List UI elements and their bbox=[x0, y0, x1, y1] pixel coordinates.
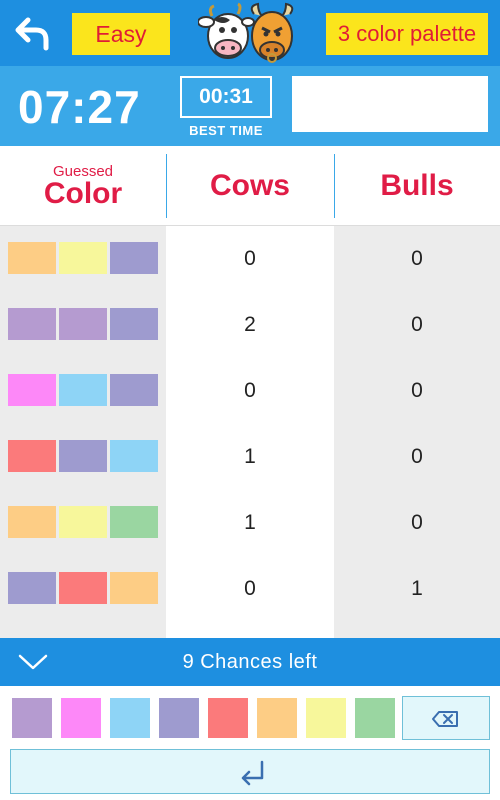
guessed-color-header: Guessed Color bbox=[0, 146, 166, 226]
backspace-icon bbox=[432, 711, 458, 727]
guess-row: 0 0 bbox=[0, 226, 500, 292]
cows-count: 0 bbox=[166, 226, 334, 292]
guess-row: 1 0 bbox=[0, 490, 500, 556]
guess-peg bbox=[110, 308, 158, 340]
timer-bar: 07:27 00:31 BEST TIME bbox=[0, 66, 500, 146]
color-label: Color bbox=[43, 176, 123, 210]
palette-swatch[interactable] bbox=[12, 698, 52, 738]
guess-peg bbox=[110, 374, 158, 406]
difficulty-button[interactable]: Easy bbox=[72, 13, 170, 55]
empty-guess-colors bbox=[0, 622, 166, 638]
cow-and-bull-logo bbox=[197, 2, 302, 66]
back-arrow-icon bbox=[15, 17, 49, 51]
guess-colors bbox=[0, 490, 166, 556]
back-button[interactable] bbox=[12, 14, 52, 52]
guess-peg bbox=[8, 572, 56, 604]
cows-header: Cows bbox=[209, 169, 290, 202]
cows-count: 1 bbox=[166, 424, 334, 490]
bulls-header: Bulls bbox=[380, 169, 454, 202]
top-bar: Easy 3 color palette bbox=[0, 0, 500, 66]
elapsed-timer: 07:27 bbox=[18, 81, 141, 133]
guess-peg bbox=[59, 242, 107, 274]
collapse-button[interactable] bbox=[18, 652, 48, 672]
cows-count: 1 bbox=[166, 490, 334, 556]
palette-swatch[interactable] bbox=[355, 698, 395, 738]
guess-peg bbox=[59, 374, 107, 406]
bulls-count: 0 bbox=[334, 292, 500, 358]
guess-peg bbox=[8, 440, 56, 472]
guess-peg bbox=[59, 308, 107, 340]
guess-row: 0 1 bbox=[0, 556, 500, 622]
best-time-value: 00:31 bbox=[180, 76, 272, 118]
palette-swatch[interactable] bbox=[110, 698, 150, 738]
palette-size-button[interactable]: 3 color palette bbox=[326, 13, 488, 55]
guess-colors bbox=[0, 292, 166, 358]
best-time-label: BEST TIME bbox=[189, 123, 263, 138]
guess-peg bbox=[59, 572, 107, 604]
palette-swatch[interactable] bbox=[208, 698, 248, 738]
guess-colors bbox=[0, 424, 166, 490]
bulls-count: 0 bbox=[334, 358, 500, 424]
palette-swatch[interactable] bbox=[61, 698, 101, 738]
delete-button[interactable] bbox=[402, 696, 490, 740]
guess-peg bbox=[110, 506, 158, 538]
empty-guess-row bbox=[0, 622, 500, 638]
palette-swatch[interactable] bbox=[159, 698, 199, 738]
bulls-count: 1 bbox=[334, 556, 500, 622]
status-box bbox=[292, 76, 488, 132]
guess-peg bbox=[8, 374, 56, 406]
chances-left-text: 9 Chances left bbox=[182, 650, 318, 673]
bulls-count: 0 bbox=[334, 226, 500, 292]
guess-colors bbox=[0, 358, 166, 424]
guess-row: 0 0 bbox=[0, 358, 500, 424]
guess-peg bbox=[8, 506, 56, 538]
guess-peg bbox=[110, 440, 158, 472]
guess-peg bbox=[110, 242, 158, 274]
guess-colors bbox=[0, 226, 166, 292]
cows-count: 0 bbox=[166, 358, 334, 424]
chances-bar: 9 Chances left bbox=[0, 638, 500, 686]
guess-row: 2 0 bbox=[0, 292, 500, 358]
cows-count: 2 bbox=[166, 292, 334, 358]
empty-bulls-cell bbox=[334, 622, 500, 638]
enter-icon bbox=[241, 760, 264, 786]
guess-row: 1 0 bbox=[0, 424, 500, 490]
cows-count: 0 bbox=[166, 556, 334, 622]
guess-peg bbox=[59, 506, 107, 538]
column-header: Guessed Color Cows Bulls bbox=[0, 146, 500, 226]
guess-peg bbox=[110, 572, 158, 604]
bulls-count: 0 bbox=[334, 490, 500, 556]
submit-guess-button[interactable] bbox=[10, 749, 490, 794]
guess-peg bbox=[59, 440, 107, 472]
guess-colors bbox=[0, 556, 166, 622]
guess-peg bbox=[8, 242, 56, 274]
guess-peg bbox=[8, 308, 56, 340]
palette-swatch[interactable] bbox=[306, 698, 346, 738]
palette-swatch[interactable] bbox=[257, 698, 297, 738]
bulls-count: 0 bbox=[334, 424, 500, 490]
chevron-down-icon bbox=[18, 654, 48, 670]
color-picker bbox=[0, 686, 500, 800]
guess-list: 0 0 2 0 0 0 1 0 1 0 0 1 bbox=[0, 226, 500, 638]
